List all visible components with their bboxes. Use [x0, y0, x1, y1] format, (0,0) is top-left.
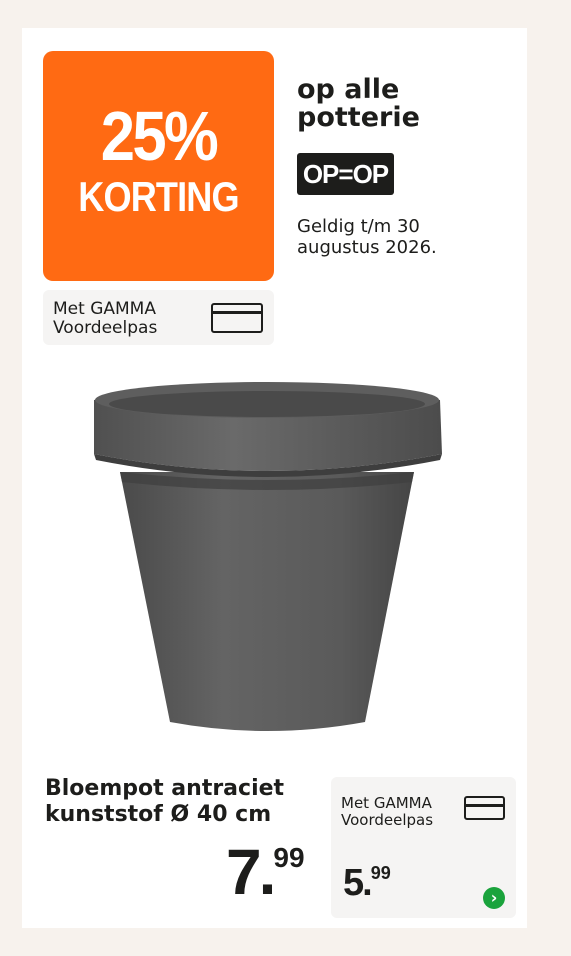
member-price-main: 5. [343, 862, 373, 904]
loyalty-card-note: Met GAMMA Voordeelpas [43, 290, 274, 345]
credit-card-icon [211, 303, 263, 333]
headline-line2: potterie [297, 102, 420, 133]
product-title-line1: Bloempot antraciet [45, 776, 285, 801]
loyalty-card-label: Met GAMMA Voordeelpas [53, 300, 157, 338]
discount-percent: 25% [100, 97, 219, 175]
headline-line1: op alle [297, 74, 400, 105]
op-op-badge: OP=OP [297, 153, 394, 195]
promo-headline: op alle potterie [297, 76, 420, 132]
price-main: 7. [226, 836, 276, 908]
discount-badge: 25% KORTING [43, 51, 274, 281]
price-decimals: 99 [273, 842, 305, 873]
product-image-plant-pot [94, 382, 442, 731]
loyalty-label-line1: Met GAMMA [53, 299, 156, 319]
credit-card-icon [464, 796, 505, 820]
product-title: Bloempot antraciet kunststof Ø 40 cm [45, 776, 284, 828]
member-label-line1: Met GAMMA [341, 794, 432, 812]
loyalty-label-line2: Voordeelpas [53, 318, 158, 338]
regular-price: 7.99 [226, 840, 305, 904]
discount-word: KORTING [78, 173, 239, 220]
member-label-line2: Voordeelpas [341, 811, 434, 829]
validity-line2: augustus 2026. [297, 237, 437, 258]
member-price-label: Met GAMMA Voordeelpas [341, 795, 433, 829]
product-title-line2: kunststof Ø 40 cm [45, 802, 272, 827]
member-price: 5.99 [343, 863, 391, 903]
chevron-right-icon[interactable]: › [483, 887, 505, 909]
member-price-decimals: 99 [370, 863, 391, 883]
validity-text: Geldig t/m 30 augustus 2026. [297, 216, 437, 258]
validity-line1: Geldig t/m 30 [297, 216, 420, 237]
